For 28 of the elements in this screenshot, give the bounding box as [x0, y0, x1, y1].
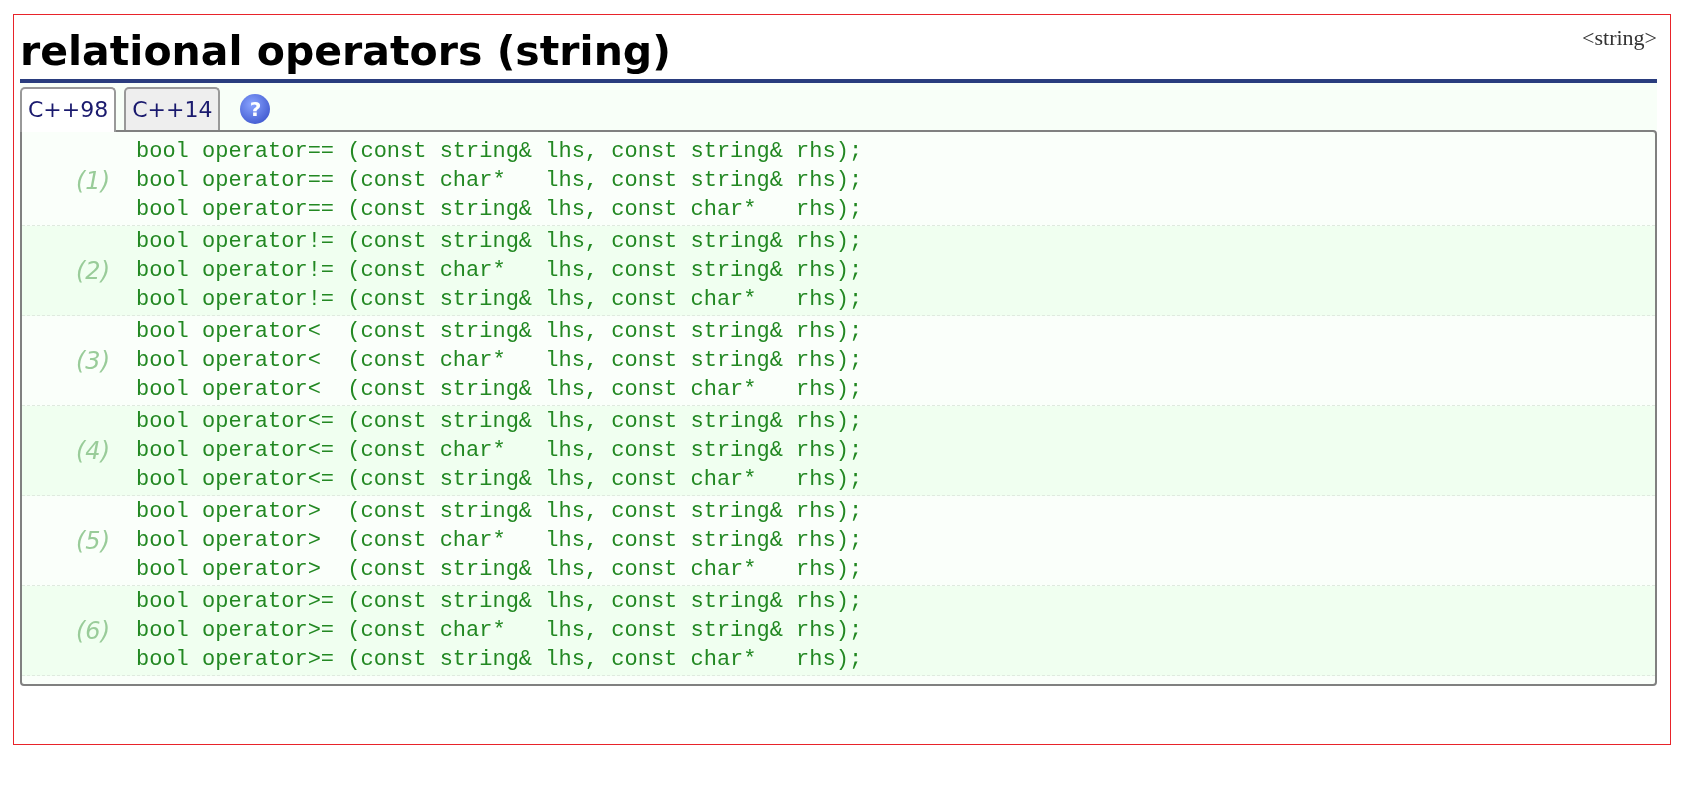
overload-number: (3) — [75, 346, 111, 375]
code-line: bool operator> (const string& lhs, const string& rhs); — [136, 498, 863, 526]
code-line: bool operator!= (const string& lhs, const char* rhs); — [136, 286, 863, 314]
code-line: bool operator> (const char* lhs, const string& rhs); — [136, 527, 863, 555]
overload-number: (6) — [75, 616, 111, 645]
page-title: relational operators (string) — [20, 26, 671, 77]
code-line: bool operator<= (const string& lhs, const string& rhs); — [136, 408, 863, 436]
code-line: bool operator>= (const string& lhs, const string& rhs); — [136, 588, 863, 616]
code-line: bool operator<= (const string& lhs, const char* rhs); — [136, 466, 863, 494]
version-tab[interactable]: C++98 — [20, 87, 117, 132]
code-line: bool operator== (const char* lhs, const string& rhs); — [136, 167, 863, 195]
code-line: bool operator< (const char* lhs, const string& rhs); — [136, 347, 863, 375]
overload-number: (5) — [75, 526, 111, 555]
code-line: bool operator> (const string& lhs, const char* rhs); — [136, 556, 863, 584]
overload-number: (4) — [75, 436, 111, 465]
code-line: bool operator>= (const char* lhs, const string& rhs); — [136, 617, 863, 645]
code-line: bool operator>= (const string& lhs, const char* rhs); — [136, 646, 863, 674]
code-line: bool operator!= (const char* lhs, const string& rhs); — [136, 257, 863, 285]
version-tab[interactable]: C++14 — [124, 87, 221, 130]
overload-number: (1) — [75, 166, 111, 195]
header-link[interactable]: <string> — [1582, 25, 1657, 51]
overload-number: (2) — [75, 256, 111, 285]
code-line: bool operator< (const string& lhs, const string& rhs); — [136, 318, 863, 346]
code-line: bool operator< (const string& lhs, const char* rhs); — [136, 376, 863, 404]
code-line: bool operator== (const string& lhs, const char* rhs); — [136, 196, 863, 224]
code-line: bool operator== (const string& lhs, const string& rhs); — [136, 138, 863, 166]
code-line: bool operator!= (const string& lhs, const string& rhs); — [136, 228, 863, 256]
code-line: bool operator<= (const char* lhs, const string& rhs); — [136, 437, 863, 465]
